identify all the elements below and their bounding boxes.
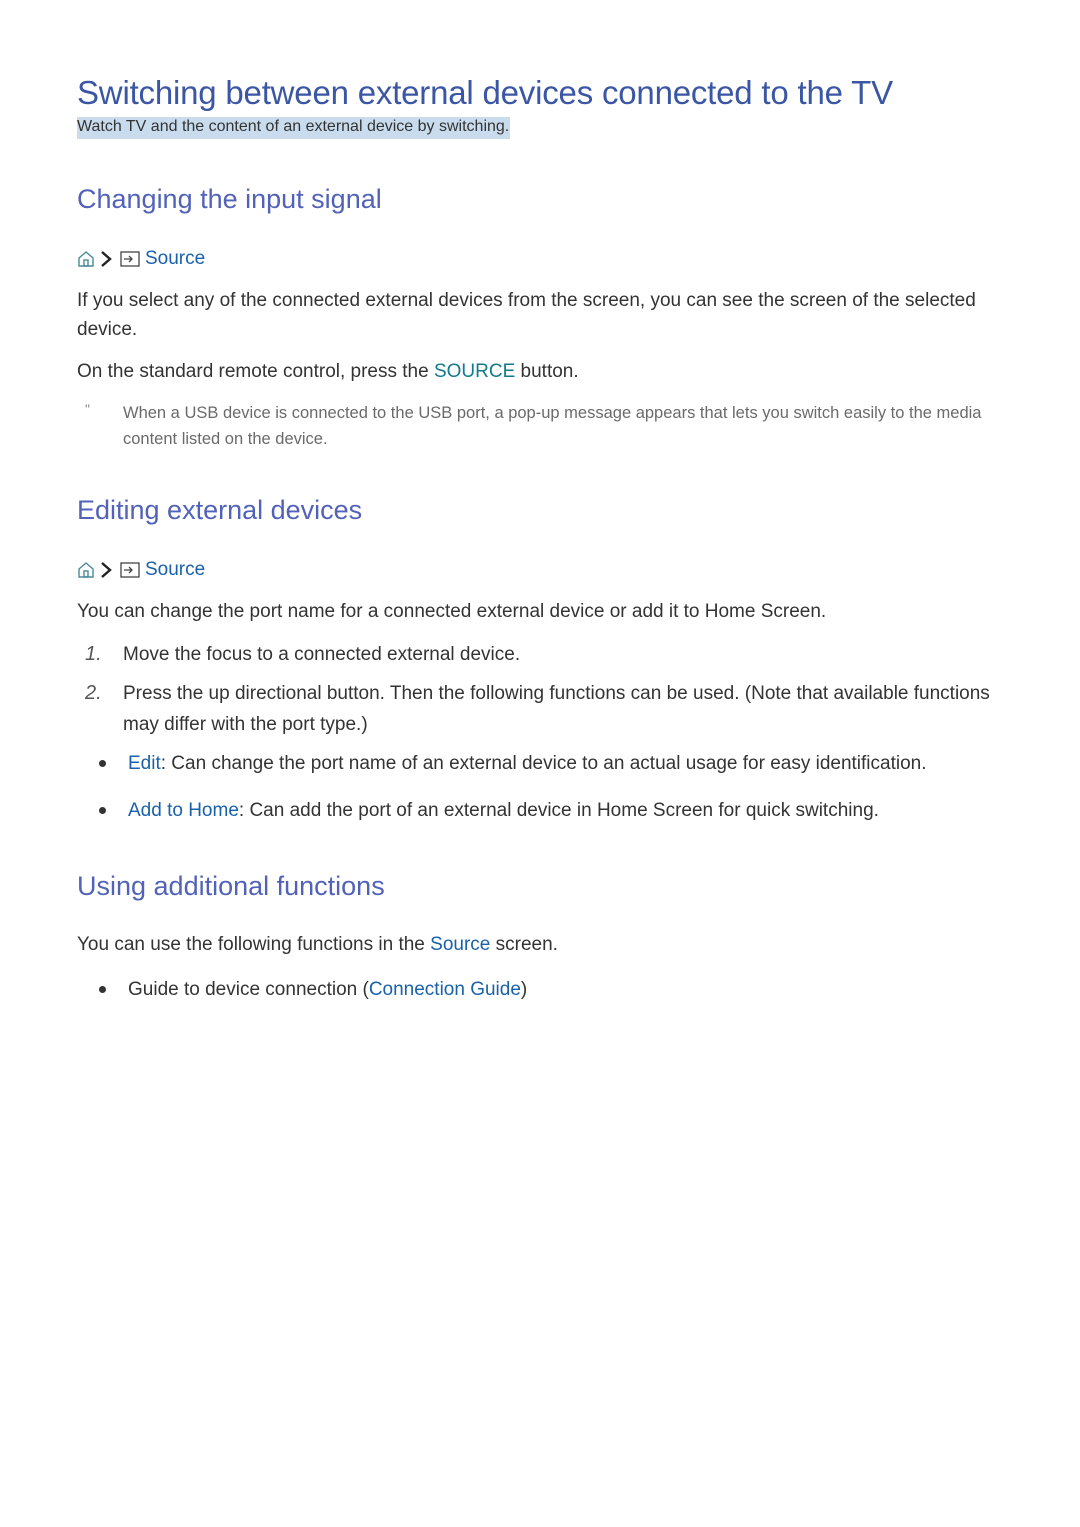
note-text: When a USB device is connected to the US… [123,404,982,448]
bullet-item-add-to-home: Add to Home: Can add the port of an exte… [77,796,1007,825]
section-heading-editing-devices: Editing external devices [77,495,363,525]
breadcrumb-source-link[interactable]: Source [145,248,205,270]
home-icon [77,250,95,268]
section-heading-changing-input: Changing the input signal [77,184,382,214]
bullet-item-connection-guide: Guide to device connection (Connection G… [77,975,1007,1004]
breadcrumb-source-link[interactable]: Source [145,559,205,581]
breadcrumb: Source [77,558,205,582]
paragraph: If you select any of the connected exter… [77,290,976,340]
step-item: 1. Move the focus to a connected externa… [77,639,1007,670]
step-item: 2. Press the up directional button. Then… [77,678,1007,740]
chevron-right-icon [100,250,112,268]
step-text: Move the focus to a connected external d… [123,644,521,665]
bullet-icon [99,807,106,814]
step-number: 1. [85,643,102,665]
section-heading-additional-functions: Using additional functions [77,871,385,901]
paragraph: You can use the following functions in t… [77,934,558,955]
breadcrumb: Source [77,247,205,271]
note: " When a USB device is connected to the … [77,400,1007,452]
note-icon: " [85,401,90,417]
home-icon [77,561,95,579]
add-to-home-link[interactable]: Add to Home [128,800,239,821]
chevron-right-icon [100,561,112,579]
source-key-label: SOURCE [433,361,516,382]
page-subtitle: Watch TV and the content of an external … [77,117,511,139]
source-link[interactable]: Source [430,934,490,955]
bullet-icon [99,760,106,767]
source-input-icon [120,561,140,579]
bullet-item-edit: Edit: Can change the port name of an ext… [77,749,1007,778]
step-text: Press the up directional button. Then th… [123,683,990,735]
step-number: 2. [85,682,102,704]
connection-guide-link[interactable]: Connection Guide [369,979,521,1000]
paragraph: You can change the port name for a conne… [77,601,827,622]
source-input-icon [120,250,140,268]
paragraph-source-button: On the standard remote control, press th… [77,361,579,382]
bullet-icon [99,986,106,993]
page-title: Switching between external devices conne… [77,74,893,111]
edit-link[interactable]: Edit [128,753,161,774]
